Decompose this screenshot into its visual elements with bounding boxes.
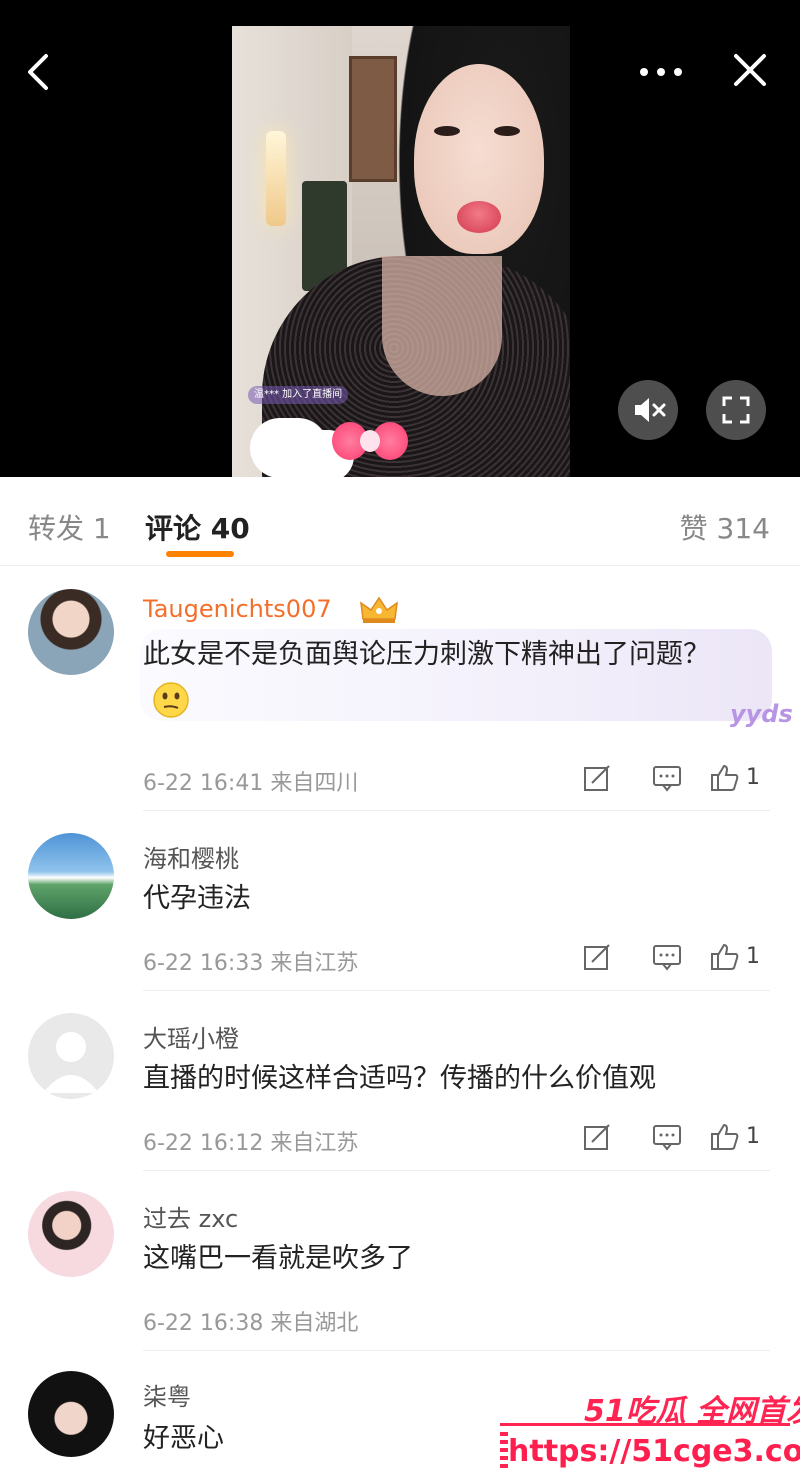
thinking-face-icon (153, 681, 189, 718)
watermark-url: https://51cge3.com (508, 1434, 800, 1469)
list-item: 大瑶小橙 直播的时候这样合适吗？传播的什么价值观 6-22 16:12 来自江苏… (0, 991, 800, 1171)
like-icon[interactable] (710, 763, 740, 793)
like-count: 1 (746, 765, 760, 790)
comment-meta: 6-22 16:38 来自湖北 (143, 1311, 359, 1336)
fullscreen-button[interactable] (706, 380, 766, 440)
avatar[interactable] (28, 589, 114, 675)
comment-username[interactable]: 柒粤 (143, 1377, 191, 1412)
comment-icon[interactable] (652, 942, 682, 972)
back-icon[interactable] (22, 52, 62, 92)
repost-icon[interactable] (582, 763, 612, 793)
neckline (382, 256, 502, 396)
lamp (266, 131, 286, 226)
right-eye (494, 126, 520, 136)
like-count: 1 (746, 1124, 760, 1149)
list-item: 过去 zxc 这嘴巴一看就是吹多了 6-22 16:38 来自湖北 (0, 1171, 800, 1351)
repost-icon[interactable] (582, 1122, 612, 1152)
comment-text: 此女是不是负面舆论压力刺激下精神出了问题？ (143, 633, 743, 721)
comment-username[interactable]: 海和樱桃 (143, 839, 239, 874)
vip-crown-icon (360, 596, 398, 623)
like-icon[interactable] (710, 1122, 740, 1152)
comment-meta: 6-22 16:12 来自江苏 (143, 1131, 359, 1156)
comment-text: 好恶心 (143, 1423, 224, 1454)
default-avatar-icon (43, 1032, 99, 1093)
mute-button[interactable] (618, 380, 678, 440)
tab-repost[interactable]: 转发 1 (28, 507, 111, 547)
bow-sticker (332, 418, 408, 464)
watermark-line (500, 1423, 790, 1426)
left-eye (434, 126, 460, 136)
avatar[interactable] (28, 1371, 114, 1457)
cloud-sticker (250, 418, 328, 477)
avatar[interactable] (28, 1191, 114, 1277)
comment-text: 直播的时候这样合适吗？传播的什么价值观 (143, 1063, 656, 1094)
tab-comments[interactable]: 评论 40 (145, 507, 250, 547)
fullscreen-icon (722, 396, 750, 424)
list-item: Taugenichts007 此女是不是负面舆论压力刺激下精神出了问题？ 6-2… (0, 565, 800, 811)
video-frame[interactable]: 温*** 加入了直播间 (232, 26, 570, 477)
active-tab-indicator (166, 551, 234, 557)
comment-username[interactable]: Taugenichts007 (143, 595, 332, 623)
comment-username[interactable]: 过去 zxc (143, 1199, 238, 1234)
close-icon[interactable] (730, 50, 770, 90)
video-player[interactable]: 温*** 加入了直播间 (0, 0, 800, 477)
tab-bar: 转发 1 评论 40 赞 314 (0, 477, 800, 566)
avatar[interactable] (28, 833, 114, 919)
comment-meta: 6-22 16:41 来自四川 (143, 771, 359, 796)
comment-actions: 1 (582, 942, 770, 976)
comment-text: 这嘴巴一看就是吹多了 (143, 1243, 413, 1274)
comment-meta: 6-22 16:33 来自江苏 (143, 951, 359, 976)
like-count: 1 (746, 944, 760, 969)
comment-icon[interactable] (652, 763, 682, 793)
comment-text: 代孕违法 (143, 883, 251, 914)
avatar[interactable] (28, 1013, 114, 1099)
comment-icon[interactable] (652, 1122, 682, 1152)
comment-username[interactable]: 大瑶小橙 (143, 1019, 239, 1054)
comment-actions: 1 (582, 763, 770, 797)
live-join-notice: 温*** 加入了直播间 (248, 386, 349, 404)
comment-actions: 1 (582, 1122, 770, 1156)
watermark-decoration (500, 1432, 508, 1472)
lips (457, 201, 501, 233)
speaker-muted-icon (635, 398, 666, 422)
repost-icon[interactable] (582, 942, 612, 972)
like-icon[interactable] (710, 942, 740, 972)
more-icon[interactable] (636, 52, 686, 92)
list-item: 海和樱桃 代孕违法 6-22 16:33 来自江苏 1 (0, 811, 800, 991)
tab-likes[interactable]: 赞 314 (680, 507, 770, 547)
